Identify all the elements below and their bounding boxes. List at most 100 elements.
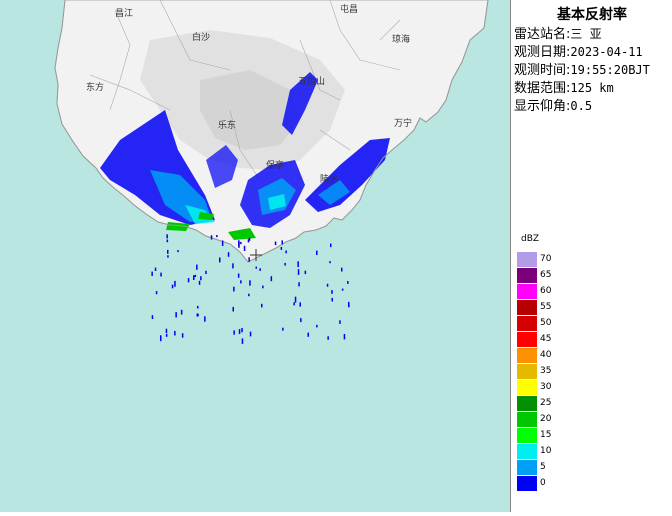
echo-speck (181, 333, 184, 338)
echo-speck (151, 315, 154, 319)
echo-speck (297, 261, 299, 268)
place-label: 五指山 (298, 75, 325, 87)
time-row: 观测时间:19:55:20BJT (514, 62, 650, 79)
date-label: 观测日期: (514, 45, 571, 60)
echo-speck (240, 241, 242, 245)
echo-speck (175, 312, 177, 318)
legend-level-label: 55 (540, 302, 552, 312)
echo-speck (193, 275, 195, 280)
echo-speck (160, 272, 162, 277)
echo-speck (196, 313, 199, 317)
place-label: 陵水 (320, 173, 338, 185)
echo-speck (197, 305, 199, 309)
echo-speck (293, 302, 295, 306)
echo-speck (166, 234, 168, 239)
echo-speck (233, 286, 235, 292)
legend-level-label: 70 (540, 254, 552, 264)
echo-speck (160, 335, 162, 342)
legend-level-label: 30 (540, 382, 552, 392)
legend-swatch (517, 444, 537, 459)
echo-speck (298, 282, 300, 287)
info-panel: 基本反射率 雷达站名:三 亚 观测日期:2023-04-11 观测时间:19:5… (510, 0, 672, 512)
echo-speck (237, 273, 240, 278)
echo-speck (204, 316, 206, 322)
legend-swatch (517, 316, 537, 331)
echo-speck (221, 240, 224, 246)
station-row: 雷达站名:三 亚 (514, 26, 602, 43)
range-row: 数据范围:125 km (514, 80, 614, 97)
echo-speck (241, 338, 244, 344)
legend-swatch (517, 460, 537, 475)
legend-swatch (517, 380, 537, 395)
echo-speck (248, 293, 250, 297)
echo-speck (174, 280, 176, 287)
elevation-row: 显示仰角:0.5 (514, 98, 592, 115)
legend-level-label: 35 (540, 366, 552, 376)
echo-speck (341, 288, 344, 291)
echo-speck (294, 296, 297, 303)
range-value: 125 km (570, 81, 614, 95)
echo-speck (155, 291, 158, 295)
echo-speck (304, 270, 307, 275)
legend-level-label: 15 (540, 430, 552, 440)
echo-speck (154, 267, 157, 271)
echo-speck (282, 327, 284, 331)
echo-speck (280, 247, 283, 250)
place-label: 乐东 (218, 119, 236, 131)
echo-speck (241, 328, 243, 333)
echo-speck (219, 257, 221, 263)
legend-swatch (517, 284, 537, 299)
legend-swatch (517, 332, 537, 347)
echo-speck (274, 241, 277, 246)
echo-speck (316, 324, 318, 328)
echo-speck (348, 304, 350, 308)
echo-speck (330, 243, 332, 248)
echo-speck (240, 280, 242, 284)
echo-speck (331, 290, 333, 294)
echo-speck (233, 330, 235, 335)
date-row: 观测日期:2023-04-11 (514, 44, 643, 61)
legend-swatch (517, 252, 537, 267)
echo-speck (297, 269, 300, 275)
echo-speck (174, 330, 176, 336)
legend-level-label: 65 (540, 270, 552, 280)
echo-speck (187, 278, 190, 283)
legend-level-label: 25 (540, 398, 552, 408)
echo-speck (243, 245, 246, 251)
echo-speck (299, 302, 301, 307)
place-label: 万宁 (394, 117, 412, 129)
echo-speck (238, 329, 241, 334)
legend-level-label: 10 (540, 446, 552, 456)
legend-swatch (517, 268, 537, 283)
echo-speck (205, 270, 207, 275)
range-label: 数据范围: (514, 81, 571, 96)
echo-speck (281, 240, 283, 245)
echo-speck (343, 334, 346, 340)
echo-speck (300, 318, 302, 323)
station-value: 三 亚 (570, 27, 602, 41)
legend-swatch (517, 300, 537, 315)
legend-unit: dBZ (521, 234, 540, 244)
place-label: 琼海 (392, 33, 410, 45)
date-value: 2023-04-11 (570, 45, 643, 59)
legend-level-label: 45 (540, 334, 552, 344)
place-label: 东方 (86, 81, 104, 93)
echo-speck (151, 271, 153, 276)
echo-speck (196, 264, 198, 270)
place-label: 保亭 (266, 159, 284, 171)
echo-speck (270, 276, 273, 282)
echo-speck (165, 328, 168, 334)
legend-swatch (517, 412, 537, 427)
echo-speck (210, 235, 213, 240)
elevation-value: 0.5 (570, 99, 593, 113)
echo-speck (307, 332, 309, 337)
echo-speck (255, 266, 257, 269)
legend-swatch (517, 348, 537, 363)
echo-speck (326, 283, 329, 287)
panel-title: 基本反射率 (557, 7, 627, 23)
legend-level-label: 0 (540, 478, 546, 488)
station-label: 雷达站名: (514, 27, 571, 42)
echo-speck (285, 250, 287, 254)
echo-speck (261, 303, 263, 308)
radar-map[interactable]: 昌江 屯昌 白沙 琼海 东方 五指山 乐东 保亭 陵水 万宁 (0, 0, 510, 512)
